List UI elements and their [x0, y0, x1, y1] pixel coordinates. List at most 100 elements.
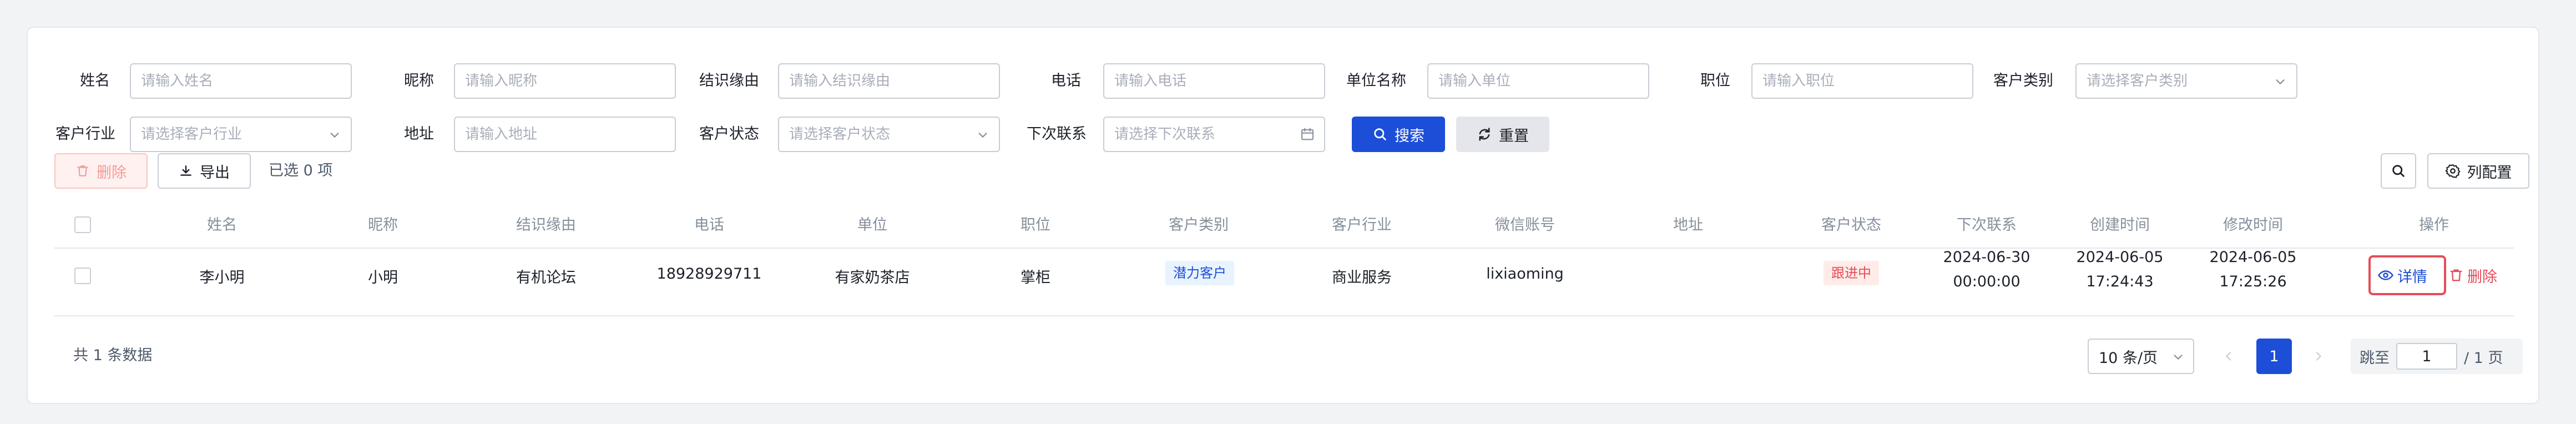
cell-name: 李小明	[199, 269, 245, 286]
cell-wechat: lixiaoming	[1486, 265, 1564, 282]
column-header-nickname: 昵称	[368, 216, 398, 234]
phone-input[interactable]	[1103, 63, 1325, 99]
reset-button[interactable]: 重置	[1456, 117, 1549, 152]
status-tag: 跟进中	[1824, 261, 1879, 285]
category-select[interactable]: 请选择客户类别	[2075, 63, 2297, 99]
phone-label: 电话	[1051, 72, 1081, 89]
name-label: 姓名	[80, 72, 110, 89]
next-page-button[interactable]	[2303, 339, 2334, 374]
category-tag: 潜力客户	[1165, 261, 1234, 285]
column-header-reason: 结识缘由	[516, 216, 576, 234]
row-delete-link[interactable]: 删除	[2448, 264, 2497, 286]
column-config-label: 列配置	[2467, 164, 2512, 181]
category-select-placeholder: 请选择客户类别	[2087, 73, 2188, 89]
category-label: 客户类别	[1993, 72, 2053, 89]
column-header-industry: 客户行业	[1332, 216, 1392, 234]
cell-next-contact-date: 2024-06-30	[1943, 249, 2031, 266]
status-select-placeholder: 请选择客户状态	[789, 126, 891, 143]
customer-list-card: 姓名 昵称 结识缘由 电话 单位名称 职位 客户类别 请选择客户类别 客户行业 …	[27, 27, 2539, 404]
industry-select[interactable]: 请选择客户行业	[130, 117, 352, 152]
cell-phone: 18928929711	[656, 265, 762, 282]
delete-button[interactable]: 删除	[54, 153, 148, 189]
chevron-down-icon	[978, 133, 987, 138]
eye-icon	[2378, 270, 2393, 280]
select-all-checkbox[interactable]	[74, 216, 91, 233]
reason-input[interactable]	[778, 63, 1000, 99]
row-divider	[54, 315, 2514, 316]
company-input[interactable]	[1427, 63, 1649, 99]
calendar-icon	[1301, 128, 1314, 140]
next-contact-placeholder: 请选择下次联系	[1114, 126, 1216, 143]
total-pages: / 1 页	[2464, 349, 2503, 367]
selected-count: 已选 0 项	[269, 162, 333, 179]
status-label: 客户状态	[699, 125, 759, 143]
refresh-icon	[1479, 128, 1490, 141]
cell-next-contact-time: 00:00:00	[1953, 273, 2021, 290]
column-header-created: 创建时间	[2090, 216, 2150, 234]
chevron-right-icon	[2316, 352, 2321, 361]
name-input[interactable]	[130, 63, 352, 99]
cell-modified-date: 2024-06-05	[2209, 249, 2297, 266]
nickname-input[interactable]	[454, 63, 676, 99]
chevron-down-icon	[330, 133, 339, 138]
search-button-label: 搜索	[1395, 127, 1425, 145]
delete-button-label: 删除	[97, 164, 127, 181]
status-select[interactable]: 请选择客户状态	[778, 117, 1000, 152]
reason-label: 结识缘由	[699, 72, 759, 89]
column-header-status: 客户状态	[1821, 216, 1881, 234]
total-count: 共 1 条数据	[73, 347, 153, 364]
export-button[interactable]: 导出	[158, 153, 251, 189]
table-search-button[interactable]	[2381, 153, 2416, 189]
cell-nickname: 小明	[368, 269, 398, 286]
address-label: 地址	[404, 125, 434, 143]
chevron-left-icon	[2226, 352, 2231, 361]
row-delete-label: 删除	[2467, 268, 2497, 286]
column-header-position: 职位	[1021, 216, 1050, 234]
next-contact-label: 下次联系	[1027, 125, 1087, 143]
column-header-modified: 修改时间	[2223, 216, 2283, 234]
industry-select-placeholder: 请选择客户行业	[141, 126, 243, 143]
column-header-next-contact: 下次联系	[1957, 216, 2017, 234]
column-header-address: 地址	[1673, 216, 1703, 234]
download-icon	[180, 165, 191, 176]
cell-created-date: 2024-06-05	[2076, 249, 2164, 266]
page-size-select[interactable]: 10 条/页	[2088, 339, 2194, 374]
address-input[interactable]	[454, 117, 676, 152]
cell-created-time: 17:24:43	[2086, 273, 2154, 290]
column-header-wechat: 微信账号	[1495, 216, 1555, 234]
chevron-down-icon	[2174, 355, 2183, 360]
page-1-button[interactable]: 1	[2256, 339, 2292, 374]
search-icon	[1374, 128, 1386, 140]
column-header-name: 姓名	[207, 216, 237, 234]
cell-reason: 有机论坛	[516, 269, 576, 286]
column-config-button[interactable]: 列配置	[2427, 153, 2529, 189]
cell-company: 有家奶茶店	[835, 269, 910, 286]
reset-button-label: 重置	[1499, 127, 1529, 145]
row-checkbox[interactable]	[74, 267, 91, 284]
search-icon	[2392, 165, 2405, 177]
page-jumper: 跳至 / 1 页	[2351, 339, 2523, 374]
detail-link[interactable]: 详情	[2377, 264, 2427, 286]
jump-label: 跳至	[2360, 349, 2390, 367]
prev-page-button[interactable]	[2213, 339, 2244, 374]
nickname-label: 昵称	[404, 72, 434, 89]
cell-modified-time: 17:25:26	[2219, 273, 2287, 290]
next-contact-date-picker[interactable]: 请选择下次联系	[1103, 117, 1325, 152]
column-header-phone: 电话	[694, 216, 724, 234]
trash-icon	[2450, 269, 2462, 281]
company-label: 单位名称	[1346, 72, 1406, 89]
cell-industry: 商业服务	[1332, 269, 1392, 286]
trash-icon	[77, 165, 88, 176]
cell-position: 掌柜	[1021, 269, 1050, 286]
position-label: 职位	[1700, 72, 1730, 89]
jump-page-input[interactable]	[2396, 343, 2457, 370]
column-header-actions: 操作	[2419, 216, 2449, 234]
search-button[interactable]: 搜索	[1352, 117, 1445, 152]
gear-icon	[2445, 164, 2460, 178]
position-input[interactable]	[1751, 63, 1973, 99]
export-button-label: 导出	[200, 164, 230, 181]
chevron-down-icon	[2276, 79, 2285, 84]
industry-label: 客户行业	[55, 125, 115, 143]
page-size-value: 10 条/页	[2099, 349, 2158, 367]
detail-link-label: 详情	[2397, 268, 2427, 286]
